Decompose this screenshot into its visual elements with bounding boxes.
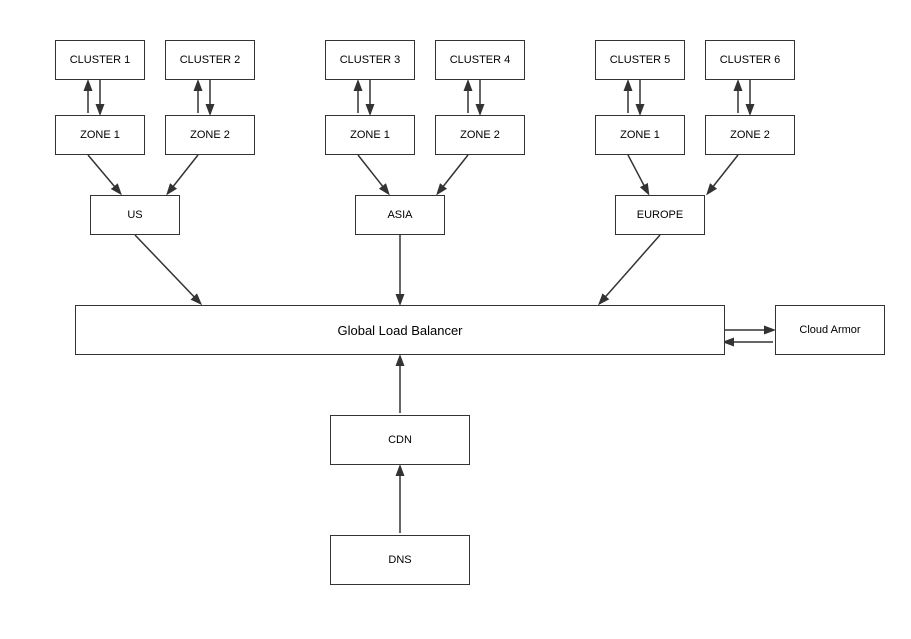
cluster-4-box: CLUSTER 4 — [435, 40, 525, 80]
cluster-1-box: CLUSTER 1 — [55, 40, 145, 80]
glb-box: Global Load Balancer — [75, 305, 725, 355]
architecture-diagram: CLUSTER 1 CLUSTER 2 CLUSTER 3 CLUSTER 4 … — [0, 0, 911, 639]
cluster-6-box: CLUSTER 6 — [705, 40, 795, 80]
zone1-eu-box: ZONE 1 — [595, 115, 685, 155]
zone2-us-box: ZONE 2 — [165, 115, 255, 155]
cluster-5-box: CLUSTER 5 — [595, 40, 685, 80]
cluster-3-box: CLUSTER 3 — [325, 40, 415, 80]
cdn-box: CDN — [330, 415, 470, 465]
us-box: US — [90, 195, 180, 235]
cloud-armor-box: Cloud Armor — [775, 305, 885, 355]
asia-box: ASIA — [355, 195, 445, 235]
dns-box: DNS — [330, 535, 470, 585]
europe-box: EUROPE — [615, 195, 705, 235]
zone1-us-box: ZONE 1 — [55, 115, 145, 155]
cluster-2-box: CLUSTER 2 — [165, 40, 255, 80]
zone2-eu-box: ZONE 2 — [705, 115, 795, 155]
zone2-asia-box: ZONE 2 — [435, 115, 525, 155]
zone1-asia-box: ZONE 1 — [325, 115, 415, 155]
